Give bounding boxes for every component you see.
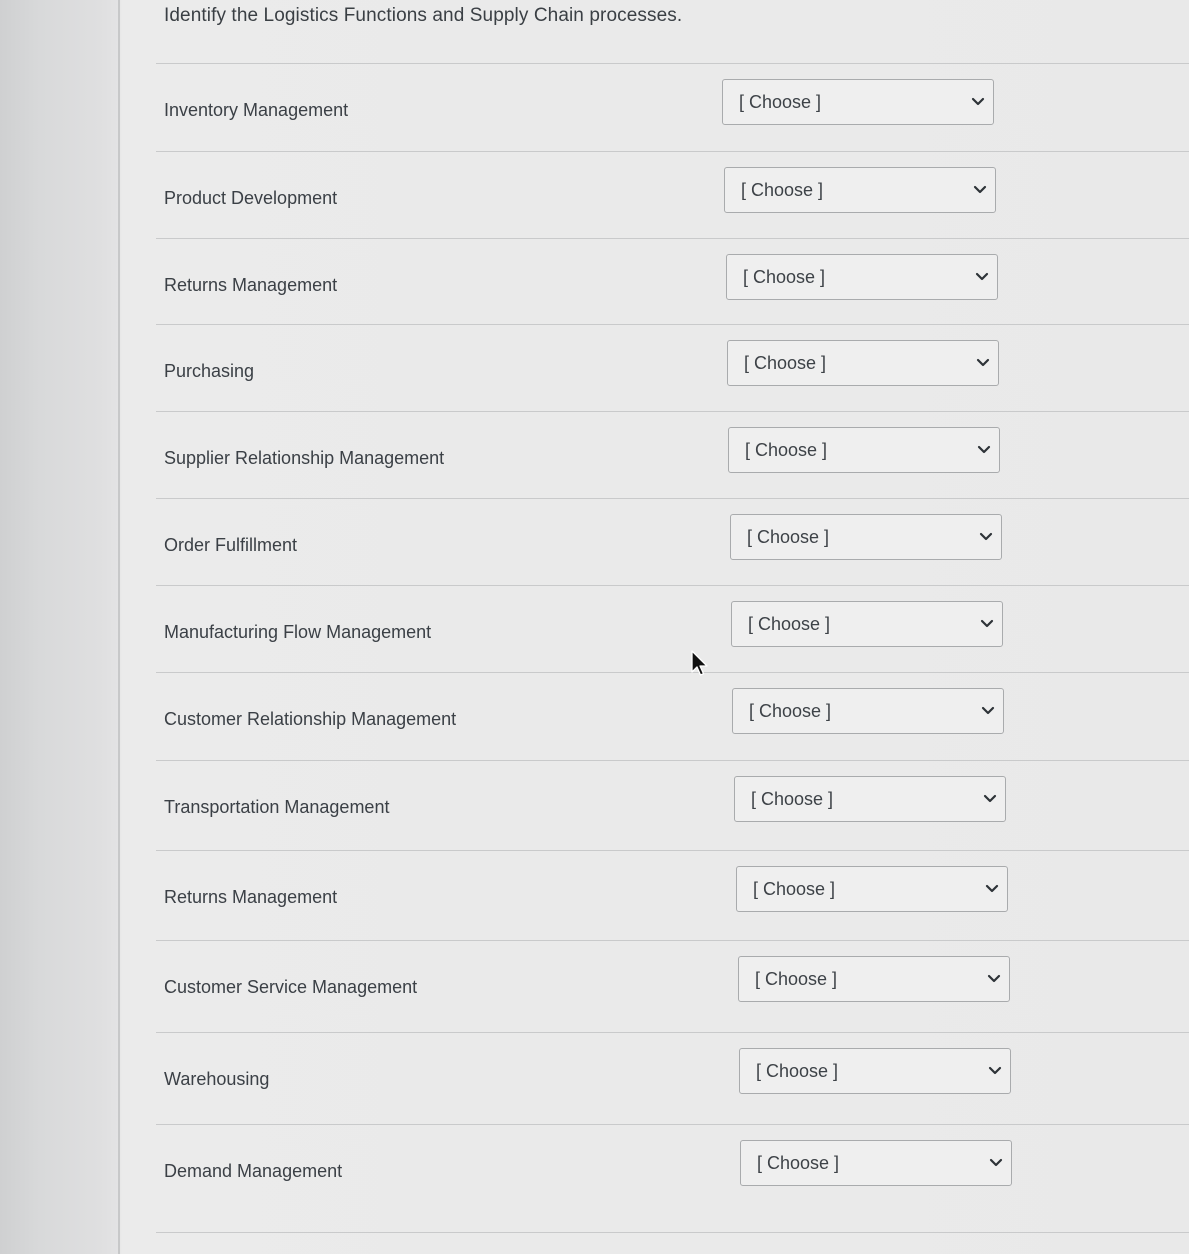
row-label: Product Development xyxy=(164,188,338,208)
matching-row: Order Fulfillment [ Choose ] xyxy=(156,498,1189,587)
chevron-down-icon xyxy=(971,97,985,106)
answer-select[interactable]: [ Choose ] xyxy=(738,956,1010,1002)
chevron-down-icon xyxy=(979,532,993,541)
mouse-cursor-icon xyxy=(691,650,708,676)
matching-row: Returns Management [ Choose ] xyxy=(156,850,1189,939)
question-title: Identify the Logistics Functions and Sup… xyxy=(164,5,683,26)
chevron-down-icon xyxy=(989,1158,1003,1167)
row-label: Manufacturing Flow Management xyxy=(164,622,432,642)
answer-select[interactable]: [ Choose ] xyxy=(739,1048,1011,1094)
select-value: [ Choose ] xyxy=(747,527,830,547)
left-gutter xyxy=(0,0,120,1254)
chevron-down-icon xyxy=(981,706,995,715)
answer-select[interactable]: [ Choose ] xyxy=(732,688,1004,734)
matching-row: Transportation Management [ Choose ] xyxy=(156,760,1189,849)
chevron-down-icon xyxy=(976,358,990,367)
answer-select[interactable]: [ Choose ] xyxy=(736,866,1008,912)
select-value: [ Choose ] xyxy=(749,701,832,721)
answer-select[interactable]: [ Choose ] xyxy=(728,427,1000,473)
answer-select[interactable]: [ Choose ] xyxy=(724,167,996,213)
matching-row: Returns Management [ Choose ] xyxy=(156,238,1189,327)
quiz-question: Identify the Logistics Functions and Sup… xyxy=(120,0,1189,1254)
chevron-down-icon xyxy=(977,445,991,454)
row-label: Returns Management xyxy=(164,275,338,295)
answer-select[interactable]: [ Choose ] xyxy=(730,514,1002,560)
row-label: Demand Management xyxy=(164,1161,343,1181)
matching-row: Demand Management [ Choose ] xyxy=(156,1124,1189,1213)
select-value: [ Choose ] xyxy=(739,92,822,112)
row-label: Returns Management xyxy=(164,887,338,907)
select-value: [ Choose ] xyxy=(757,1153,840,1173)
chevron-down-icon xyxy=(980,619,994,628)
row-label: Customer Relationship Management xyxy=(164,709,457,729)
matching-row: Customer Relationship Management [ Choos… xyxy=(156,672,1189,761)
matching-row: Inventory Management [ Choose ] xyxy=(156,63,1189,152)
answer-select[interactable]: [ Choose ] xyxy=(740,1140,1012,1186)
answer-select[interactable]: [ Choose ] xyxy=(726,254,998,300)
chevron-down-icon xyxy=(987,974,1001,983)
row-label: Customer Service Management xyxy=(164,977,418,997)
matching-row: Supplier Relationship Management [ Choos… xyxy=(156,411,1189,500)
answer-select[interactable]: [ Choose ] xyxy=(727,340,999,386)
matching-row: Purchasing [ Choose ] xyxy=(156,324,1189,413)
row-label: Order Fulfillment xyxy=(164,535,298,555)
select-value: [ Choose ] xyxy=(753,879,836,899)
select-value: [ Choose ] xyxy=(744,353,827,373)
row-label: Warehousing xyxy=(164,1069,270,1089)
row-label: Transportation Management xyxy=(164,797,390,817)
chevron-down-icon xyxy=(975,272,989,281)
answer-select[interactable]: [ Choose ] xyxy=(722,79,994,125)
select-value: [ Choose ] xyxy=(745,440,828,460)
row-label: Purchasing xyxy=(164,361,255,381)
select-value: [ Choose ] xyxy=(755,969,838,989)
matching-row: Warehousing [ Choose ] xyxy=(156,1032,1189,1121)
select-value: [ Choose ] xyxy=(751,789,834,809)
chevron-down-icon xyxy=(983,794,997,803)
select-value: [ Choose ] xyxy=(748,614,831,634)
matching-row: Customer Service Management [ Choose ] xyxy=(156,940,1189,1029)
row-label: Inventory Management xyxy=(164,100,349,120)
chevron-down-icon xyxy=(985,884,999,893)
matching-row: Product Development [ Choose ] xyxy=(156,151,1189,240)
row-label: Supplier Relationship Management xyxy=(164,448,445,468)
matching-row: Manufacturing Flow Management [ Choose ] xyxy=(156,585,1189,674)
chevron-down-icon xyxy=(973,185,987,194)
bottom-divider xyxy=(156,1232,1189,1233)
chevron-down-icon xyxy=(988,1066,1002,1075)
answer-select[interactable]: [ Choose ] xyxy=(734,776,1006,822)
select-value: [ Choose ] xyxy=(741,180,824,200)
answer-select[interactable]: [ Choose ] xyxy=(731,601,1003,647)
select-value: [ Choose ] xyxy=(756,1061,839,1081)
select-value: [ Choose ] xyxy=(743,267,826,287)
